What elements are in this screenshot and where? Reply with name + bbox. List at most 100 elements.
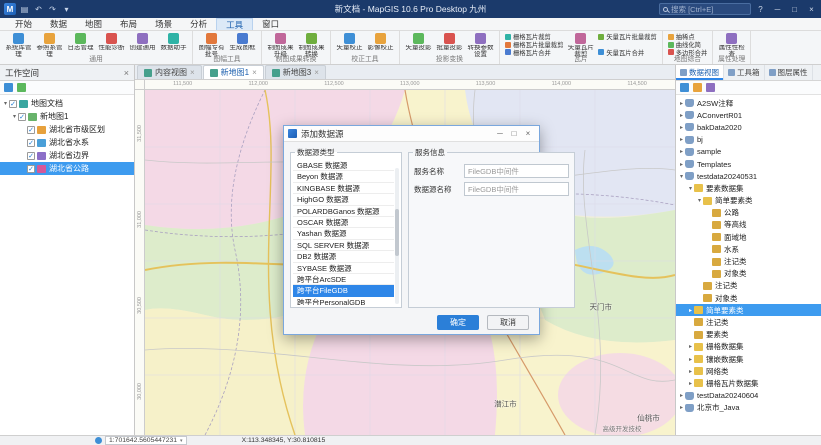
tab-close-icon[interactable]: × — [314, 68, 319, 77]
menu-item[interactable]: 场景 — [146, 18, 181, 30]
ok-button[interactable]: 确定 — [437, 315, 479, 330]
field-input[interactable] — [464, 164, 569, 178]
datasource-type-item[interactable]: KINGBASE 数据源 — [293, 183, 394, 194]
datasource-type-item[interactable]: 跨平台PersonalGDB — [293, 297, 394, 305]
expand-arrow[interactable]: ▸ — [678, 148, 685, 155]
menu-item[interactable]: 分析 — [181, 18, 216, 30]
dialog-maximize-icon[interactable]: □ — [507, 129, 521, 138]
ribbon-button[interactable]: 日志管理 — [65, 32, 96, 59]
tree-item[interactable]: ▸镶嵌数据集 — [676, 353, 821, 365]
tree-item[interactable]: ▾✓地图文档 — [0, 97, 134, 110]
document-tab[interactable]: 新地图1× — [203, 65, 264, 79]
expand-arrow[interactable]: ▾ — [687, 185, 694, 192]
ribbon-button[interactable]: 数据助手 — [158, 32, 189, 59]
layer-checkbox[interactable]: ✓ — [27, 126, 35, 134]
ribbon-button[interactable]: 创建通用 — [127, 32, 158, 59]
ribbon-button[interactable]: 影像校正 — [365, 32, 396, 59]
filter-icon[interactable] — [706, 83, 715, 92]
menu-item[interactable]: 窗口 — [253, 18, 288, 30]
tree-item[interactable]: ▾要素数据集 — [676, 182, 821, 194]
menu-item[interactable]: 数据 — [41, 18, 76, 30]
layer-checkbox[interactable]: ✓ — [27, 165, 35, 173]
tree-item[interactable]: 注记类 — [676, 255, 821, 267]
tree-item[interactable]: 面域地 — [676, 231, 821, 243]
datasource-type-item[interactable]: 跨平台ArcSDE — [293, 274, 394, 285]
connect-datasource-icon[interactable] — [680, 83, 689, 92]
expand-arrow[interactable]: ▸ — [687, 368, 694, 375]
tree-item[interactable]: ✓湖北省水系 — [0, 136, 134, 149]
tree-item[interactable]: ▾简单要素类 — [676, 195, 821, 207]
undo-icon[interactable]: ↶ — [33, 5, 44, 14]
tree-item[interactable]: 注记类 — [676, 316, 821, 328]
expand-arrow[interactable]: ▸ — [678, 404, 685, 411]
tree-item[interactable]: ▸简单要素类 — [676, 304, 821, 316]
open-document-icon[interactable] — [17, 83, 26, 92]
ribbon-button[interactable]: 转换参数设置 — [465, 32, 496, 59]
minimize-icon[interactable]: ─ — [770, 5, 785, 14]
tree-item[interactable]: 等高线 — [676, 219, 821, 231]
menu-item[interactable]: 开始 — [6, 18, 41, 30]
tab-close-icon[interactable]: × — [190, 68, 195, 77]
dialog-close-icon[interactable]: × — [521, 129, 535, 138]
expand-arrow[interactable]: ▸ — [678, 161, 685, 168]
tree-item[interactable]: 水系 — [676, 243, 821, 255]
tree-item[interactable]: ▸sample — [676, 146, 821, 158]
dialog-minimize-icon[interactable]: ─ — [493, 129, 507, 138]
catalog-tab[interactable]: 数据视图 — [676, 65, 724, 80]
datasource-type-item[interactable]: 跨平台FileGDB — [293, 285, 394, 296]
close-icon[interactable]: × — [804, 5, 819, 14]
list-scrollbar[interactable] — [395, 168, 399, 304]
layer-checkbox[interactable]: ✓ — [27, 152, 35, 160]
expand-arrow[interactable]: ▸ — [678, 100, 685, 107]
expand-arrow[interactable]: ▸ — [687, 380, 694, 387]
layer-checkbox[interactable]: ✓ — [18, 113, 26, 121]
expand-arrow[interactable]: ▾ — [11, 113, 18, 120]
tree-item[interactable]: ▸bj — [676, 134, 821, 146]
tree-item[interactable]: 公路 — [676, 207, 821, 219]
expand-arrow[interactable]: ▸ — [678, 112, 685, 119]
ribbon-button[interactable]: 生成图框 — [227, 32, 258, 59]
document-tab[interactable]: 内容视图× — [137, 65, 202, 79]
expand-arrow[interactable]: ▾ — [678, 173, 685, 180]
tree-item[interactable]: ▸网络类 — [676, 365, 821, 377]
ribbon-button[interactable]: 矢量校正 — [334, 32, 365, 59]
expand-arrow[interactable]: ▸ — [678, 136, 685, 143]
tree-item[interactable]: ▸bakData2020 — [676, 121, 821, 133]
scrollbar-thumb[interactable] — [395, 209, 399, 257]
quick-access-dropdown-icon[interactable]: ▾ — [61, 5, 72, 14]
document-tab[interactable]: 新地图3× — [265, 65, 326, 79]
help-icon[interactable]: ? — [753, 5, 768, 14]
ribbon-button[interactable]: 制图成果升级 — [265, 32, 296, 59]
tree-item[interactable]: ✓湖北省市级区划 — [0, 123, 134, 136]
tree-item[interactable]: 要素类 — [676, 329, 821, 341]
tree-item[interactable]: 对象类 — [676, 268, 821, 280]
ribbon-button[interactable]: 图幅专有批号 — [196, 32, 227, 59]
search-box[interactable] — [659, 3, 751, 15]
datasource-type-item[interactable]: SYBASE 数据源 — [293, 263, 394, 274]
expand-arrow[interactable]: ▾ — [2, 100, 9, 107]
ribbon-button[interactable]: 多边形合并 — [668, 49, 707, 57]
datasource-type-item[interactable]: POLARDBGanos 数据源 — [293, 206, 394, 217]
ribbon-button[interactable]: 矢量瓦片裁剪 — [565, 32, 596, 59]
search-input[interactable] — [671, 5, 747, 14]
layer-checkbox[interactable]: ✓ — [27, 139, 35, 147]
tree-item[interactable]: ✓湖北省边界 — [0, 149, 134, 162]
maximize-icon[interactable]: □ — [787, 5, 802, 14]
tree-item[interactable]: ▸栅格瓦片数据集 — [676, 377, 821, 389]
menu-item[interactable]: 布局 — [111, 18, 146, 30]
datasource-type-item[interactable]: DB2 数据源 — [293, 251, 394, 262]
tree-item[interactable]: ▸北京市_Java — [676, 402, 821, 414]
ribbon-button[interactable]: 性能诊断 — [96, 32, 127, 59]
cancel-button[interactable]: 取消 — [487, 315, 529, 330]
tree-item[interactable]: ▾testdata20240531 — [676, 170, 821, 182]
datasource-type-item[interactable]: SQL SERVER 数据源 — [293, 240, 394, 251]
ribbon-button[interactable]: 制图成果转换 — [296, 32, 327, 59]
refresh-icon[interactable] — [693, 83, 702, 92]
tree-item[interactable]: ▸AConvertR01 — [676, 109, 821, 121]
ribbon-button[interactable]: 批量投影 — [434, 32, 465, 59]
panel-close-icon[interactable]: × — [124, 68, 129, 78]
tree-item[interactable]: ▾✓新地图1 — [0, 110, 134, 123]
expand-arrow[interactable]: ▸ — [678, 392, 685, 399]
tree-item[interactable]: ▸Templates — [676, 158, 821, 170]
tree-item[interactable]: ▸testData20240604 — [676, 390, 821, 402]
